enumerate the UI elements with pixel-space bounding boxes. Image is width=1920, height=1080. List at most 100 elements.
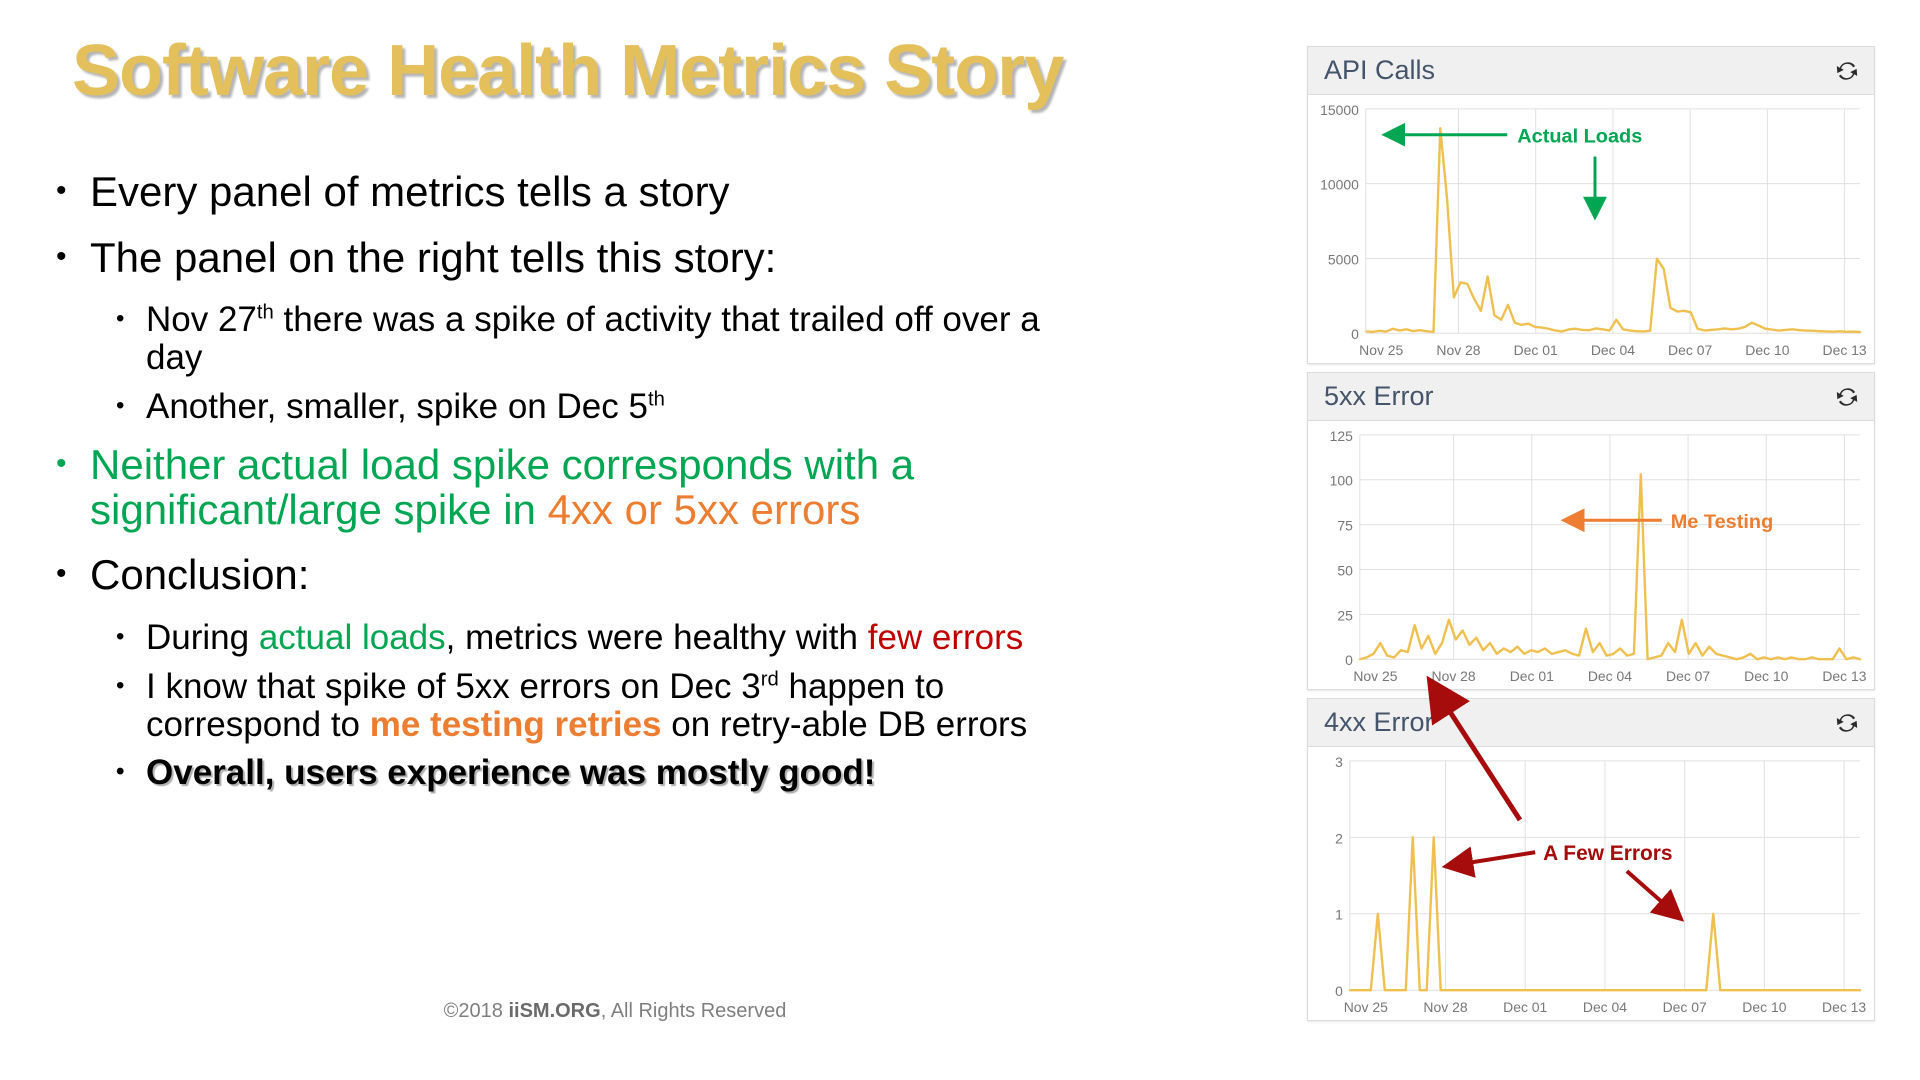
svg-text:2: 2 xyxy=(1335,830,1343,846)
few-errors-red: few errors xyxy=(867,617,1024,657)
svg-text:Nov 25: Nov 25 xyxy=(1344,999,1388,1015)
panel-header: 5xx Error xyxy=(1308,373,1874,421)
errors-orange: 4xx or 5xx errors xyxy=(547,485,861,533)
svg-text:Dec 07: Dec 07 xyxy=(1668,342,1712,358)
bullet-item-dec5-spike: • Another, smaller, spike on Dec 5th xyxy=(56,386,1066,426)
bullet-glyph: • xyxy=(116,391,125,419)
panel-header: 4xx Error xyxy=(1308,699,1874,747)
svg-text:Dec 10: Dec 10 xyxy=(1744,668,1788,684)
during-pre: During xyxy=(146,617,259,657)
dec5-ordinal: th xyxy=(647,387,665,410)
footer-suffix: , All Rights Reserved xyxy=(600,1000,787,1022)
svg-text:15000: 15000 xyxy=(1320,102,1359,118)
nov27-post: there was a spike of activity that trail… xyxy=(146,300,1040,377)
svg-text:Dec 13: Dec 13 xyxy=(1822,668,1866,684)
bullet-glyph: • xyxy=(56,174,67,207)
panel-5xx-error: 5xx Error 0 25 50 75 100 125 Nov 25 Nov 28 Dec 0… xyxy=(1307,372,1875,690)
bullet-text: Nov 27th there was a spike of activity t… xyxy=(146,301,1066,377)
panel-title: 5xx Error xyxy=(1324,381,1434,411)
bullet-item-neither-spike: • Neither actual load spike corresponds … xyxy=(56,443,1066,532)
panel-body: 0 5000 10000 15000 Nov 25 Nov 28 Dec 01 Dec 04 D… xyxy=(1308,95,1874,363)
svg-text:Dec 07: Dec 07 xyxy=(1663,999,1707,1015)
svg-text:10000: 10000 xyxy=(1320,177,1359,193)
bullet-text: During actual loads, metrics were health… xyxy=(146,619,1066,657)
bullet-text: The panel on the right tells this story: xyxy=(90,233,777,281)
bullet-text: Every panel of metrics tells a story xyxy=(90,168,730,215)
svg-text:Nov 28: Nov 28 xyxy=(1423,999,1467,1015)
svg-text:Dec 04: Dec 04 xyxy=(1591,342,1635,358)
bullet-text: Another, smaller, spike on Dec 5th xyxy=(146,386,1066,426)
me-testing-retries-orange: me testing retries xyxy=(369,704,662,744)
bullet-item-during-loads: • During actual loads, metrics were heal… xyxy=(56,619,1066,657)
svg-text:0: 0 xyxy=(1351,326,1359,342)
bullet-item-nov27-spike: • Nov 27th there was a spike of activity… xyxy=(56,301,1066,377)
svg-text:125: 125 xyxy=(1330,428,1354,444)
annotation-me-testing: Me Testing xyxy=(1671,511,1774,533)
bullet-item-conclusion: • Conclusion: xyxy=(56,553,1066,598)
svg-text:25: 25 xyxy=(1337,607,1353,623)
svg-text:Dec 10: Dec 10 xyxy=(1742,999,1786,1015)
svg-text:3: 3 xyxy=(1335,754,1343,770)
panel-body: 0 1 2 3 Nov 25 Nov 28 Dec 01 Dec 04 Dec 07 Dec 10… xyxy=(1308,747,1874,1020)
panel-header: API Calls xyxy=(1308,47,1874,95)
svg-text:Nov 25: Nov 25 xyxy=(1359,342,1403,358)
panel-api-calls: API Calls 0 5000 10000 15000 Nov 25 Nov 28 Dec… xyxy=(1307,46,1875,364)
refresh-icon[interactable] xyxy=(1834,384,1860,410)
panel-title: API Calls xyxy=(1324,55,1436,85)
bullet-text: Neither actual load spike corresponds wi… xyxy=(90,443,1066,532)
bullet-text: I know that spike of 5xx errors on Dec 3… xyxy=(146,666,1066,744)
bullet-glyph: • xyxy=(116,622,125,650)
svg-text:Dec 04: Dec 04 xyxy=(1583,999,1627,1015)
copyright-footer: ©2018 iiSM.ORG, All Rights Reserved xyxy=(0,1000,1230,1023)
bullet-list: • Every panel of metrics tells a story •… xyxy=(56,168,1066,803)
footer-brand: iiSM.ORG xyxy=(508,1000,601,1022)
dec3-pre: I know that spike of 5xx errors on Dec 3 xyxy=(146,666,761,706)
bullet-item-overall-good: • Overall, users experience was mostly g… xyxy=(56,754,1066,792)
svg-text:100: 100 xyxy=(1330,473,1354,489)
refresh-icon[interactable] xyxy=(1834,710,1860,736)
svg-text:Dec 01: Dec 01 xyxy=(1510,668,1554,684)
footer-prefix: ©2018 xyxy=(443,1000,509,1022)
chart-api-calls: 0 5000 10000 15000 Nov 25 Nov 28 Dec 01 Dec 04 D… xyxy=(1320,102,1867,358)
nov27-ordinal: th xyxy=(256,301,274,324)
svg-text:Dec 13: Dec 13 xyxy=(1823,342,1867,358)
dec3-ordinal: rd xyxy=(760,668,779,691)
panel-4xx-error: 4xx Error 0 1 2 3 Nov 25 Nov 28 Dec 01 Dec 04 De… xyxy=(1307,698,1875,1021)
chart-4xx-error: 0 1 2 3 Nov 25 Nov 28 Dec 01 Dec 04 Dec 07 Dec 10… xyxy=(1335,754,1866,1015)
dec3-post: on retry-able DB errors xyxy=(661,704,1028,744)
dec5-pre: Another, smaller, spike on Dec 5 xyxy=(146,386,648,426)
refresh-icon[interactable] xyxy=(1834,58,1860,84)
bullet-item-every-panel: • Every panel of metrics tells a story xyxy=(56,168,1066,215)
svg-text:Dec 07: Dec 07 xyxy=(1666,668,1710,684)
svg-text:0: 0 xyxy=(1335,983,1343,999)
svg-text:Nov 28: Nov 28 xyxy=(1432,668,1476,684)
svg-text:Nov 25: Nov 25 xyxy=(1353,668,1397,684)
svg-text:Dec 01: Dec 01 xyxy=(1503,999,1547,1015)
bullet-glyph: • xyxy=(116,758,125,786)
svg-text:75: 75 xyxy=(1337,518,1353,534)
svg-text:Dec 01: Dec 01 xyxy=(1514,342,1558,358)
actual-loads-green: actual loads xyxy=(258,617,446,657)
page-title: Software Health Metrics Story xyxy=(72,31,1064,111)
svg-text:Dec 10: Dec 10 xyxy=(1745,342,1789,358)
panel-title: 4xx Error xyxy=(1324,707,1434,737)
svg-text:Dec 04: Dec 04 xyxy=(1588,668,1632,684)
svg-text:Dec 13: Dec 13 xyxy=(1822,999,1866,1015)
bullet-text: Overall, users experience was mostly goo… xyxy=(146,753,876,793)
svg-text:0: 0 xyxy=(1345,652,1353,668)
svg-text:Nov 28: Nov 28 xyxy=(1436,342,1480,358)
bullet-glyph: • xyxy=(56,557,67,591)
during-mid: , metrics were healthy with xyxy=(445,617,868,657)
panel-body: 0 25 50 75 100 125 Nov 25 Nov 28 Dec 01 Dec 04 Dec… xyxy=(1308,421,1874,689)
bullet-glyph: • xyxy=(56,447,67,481)
bullet-item-5xx-testing: • I know that spike of 5xx errors on Dec… xyxy=(56,666,1066,744)
annotation-a-few-errors: A Few Errors xyxy=(1543,842,1672,865)
chart-5xx-error: 0 25 50 75 100 125 Nov 25 Nov 28 Dec 01 Dec 04 Dec… xyxy=(1330,428,1867,684)
bullet-glyph: • xyxy=(56,239,67,273)
svg-text:5000: 5000 xyxy=(1328,251,1359,267)
annotation-actual-loads: Actual Loads xyxy=(1517,126,1642,148)
bullet-glyph: • xyxy=(116,671,125,699)
svg-text:50: 50 xyxy=(1337,562,1353,578)
bullet-glyph: • xyxy=(116,305,125,333)
svg-text:1: 1 xyxy=(1335,907,1343,923)
